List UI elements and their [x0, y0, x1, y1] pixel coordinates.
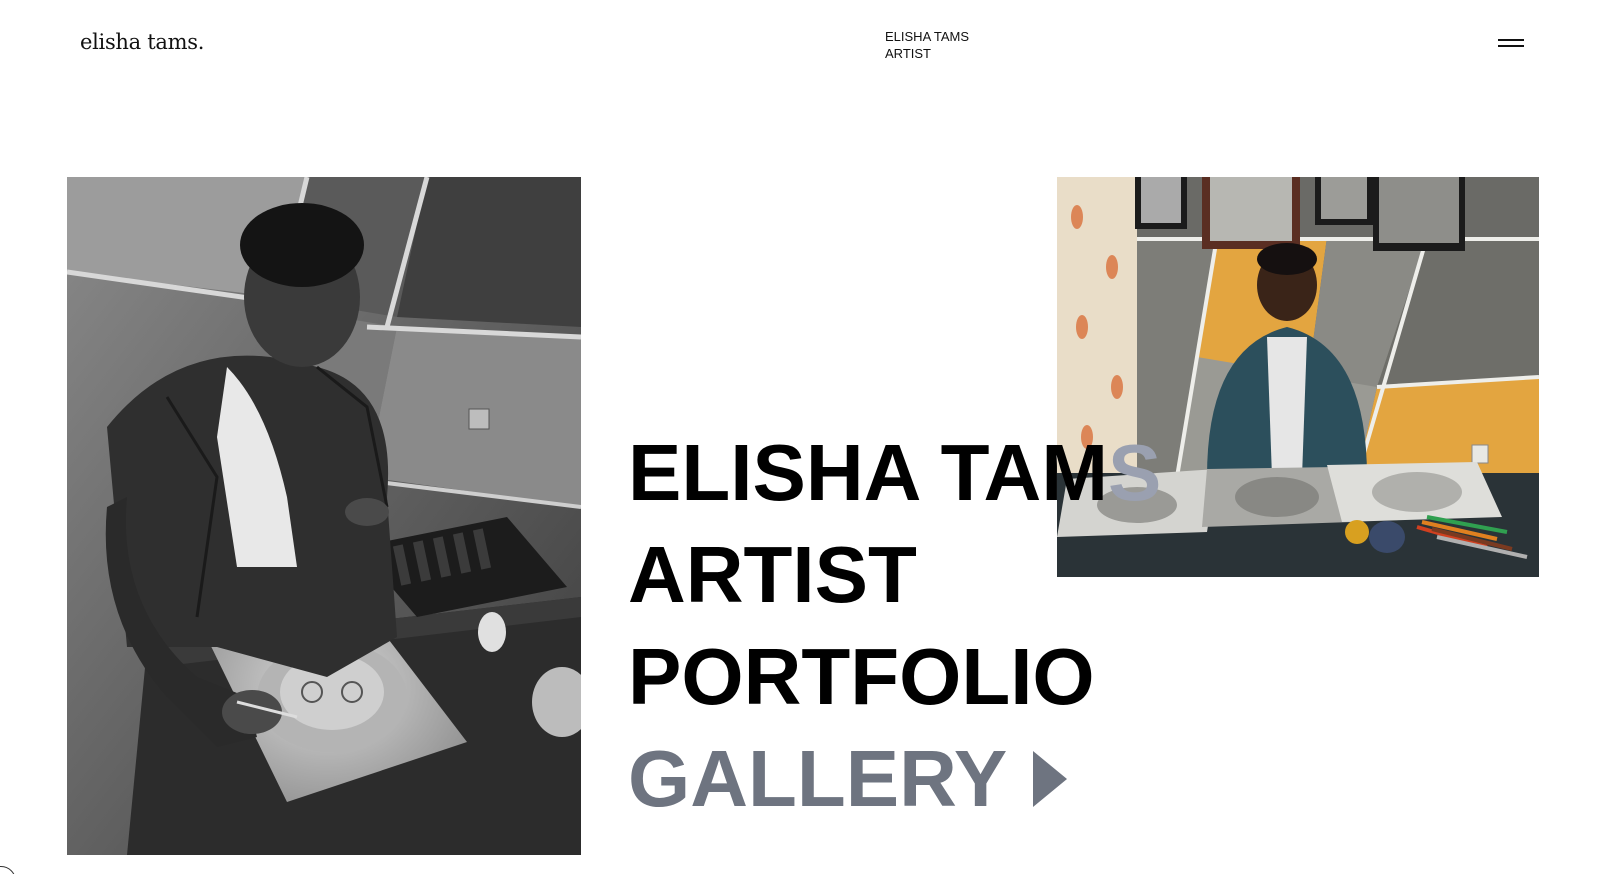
site-logo[interactable]: elisha tams. — [80, 30, 204, 54]
hero-portfolio: PORTFOLIO — [628, 632, 1095, 721]
gallery-link[interactable]: GALLERY — [628, 728, 1068, 830]
gallery-label: GALLERY — [628, 734, 1008, 823]
header-role: ARTIST — [885, 46, 931, 61]
hero-heading: ELISHA TAMS ARTIST PORTFOLIO GALLERY — [628, 422, 1161, 830]
artist-drawing-photo — [67, 177, 581, 855]
menu-button[interactable] — [1496, 34, 1526, 52]
hero-name: ELISHA TAMS — [628, 428, 1162, 517]
play-arrow-icon — [1033, 751, 1068, 807]
header-name: ELISHA TAMS — [885, 29, 970, 44]
scroll-indicator — [0, 866, 16, 874]
hero-name-overlap: S — [1107, 428, 1162, 517]
page: elisha tams. ELISHA TAMS ARTIST ELISHA T… — [0, 0, 1600, 874]
hero-role: ARTIST — [628, 530, 917, 619]
header-title: ELISHA TAMS ARTIST — [885, 28, 969, 62]
